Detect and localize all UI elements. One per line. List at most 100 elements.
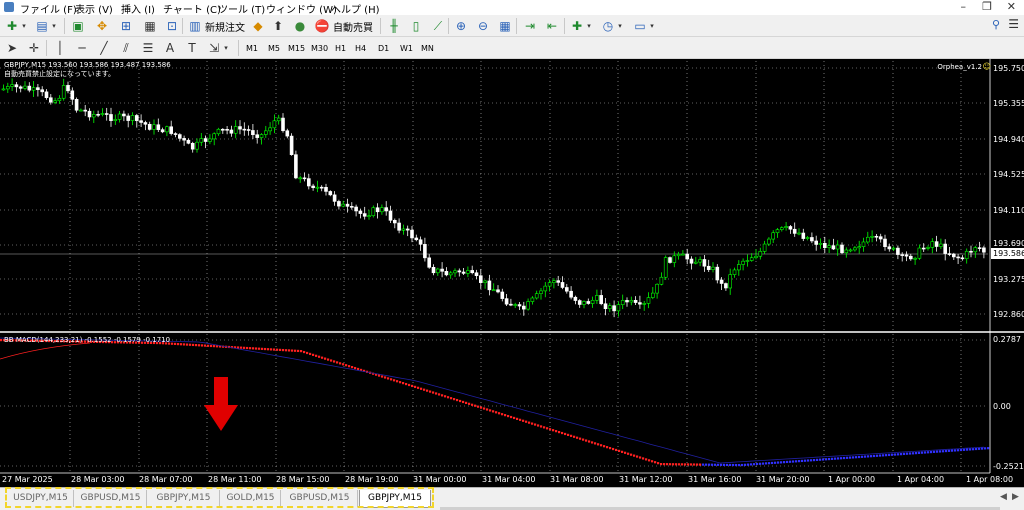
candle-body [117, 113, 122, 120]
candlestick-icon[interactable]: ▯ [408, 18, 424, 34]
macd-dot [639, 456, 642, 459]
market-watch-icon[interactable]: ▣ [70, 18, 86, 34]
menu-window[interactable]: ウィンドウ (W) [266, 1, 337, 16]
macd-dot [273, 348, 276, 351]
restore-icon[interactable]: ❐ [982, 0, 992, 13]
timeframe-m15[interactable]: M15 [286, 41, 307, 56]
tab-gbpjpy-m15-active[interactable]: GBPJPY,M15 [359, 490, 431, 508]
timeframe-h1[interactable]: H1 [333, 41, 348, 56]
channel-icon[interactable]: ⫽ [118, 40, 134, 56]
chart-canvas[interactable] [0, 59, 1024, 487]
auto-scroll-icon[interactable]: ⇥ [522, 18, 538, 34]
data-window-icon[interactable]: ⊞ [118, 18, 134, 34]
timeframe-m30[interactable]: M30 [309, 41, 330, 56]
macd-dot [537, 424, 540, 427]
auto-trade-button[interactable]: 自動売買 [333, 18, 373, 34]
new-order-button[interactable]: 新規注文 [205, 18, 245, 34]
search-icon[interactable]: ⚲ [992, 18, 1000, 31]
menu-chart[interactable]: チャート (C) [163, 1, 221, 16]
metaeditor-icon[interactable]: ◆ [250, 18, 266, 34]
macd-dot [348, 365, 351, 368]
horizontal-line-icon[interactable]: ─ [74, 40, 90, 56]
timeframe-m1[interactable]: M1 [244, 41, 260, 56]
menu-tools[interactable]: ツール (T) [218, 1, 265, 16]
menu-icon[interactable]: ☰ [1008, 17, 1019, 31]
macd-dot [714, 463, 717, 466]
candle-body [526, 301, 530, 310]
tab-gbpusd-m15[interactable]: GBPUSD,M15 [75, 490, 147, 507]
community-icon[interactable]: ⬆ [270, 18, 286, 34]
candle-body [289, 135, 294, 155]
candle-body [547, 282, 552, 287]
macd-dot [612, 447, 615, 451]
dropdown-icon[interactable]: ▾ [648, 18, 656, 34]
menu-help[interactable]: ヘルプ (H) [331, 1, 380, 16]
close-icon[interactable]: ✕ [1007, 0, 1016, 13]
vertical-line-icon[interactable]: │ [52, 40, 68, 56]
macd-dot [270, 348, 273, 351]
timeframe-mn[interactable]: MN [419, 41, 436, 56]
zoom-out-icon[interactable]: ⊖ [475, 18, 491, 34]
dropdown-icon[interactable]: ▾ [222, 40, 230, 56]
candle-body [921, 247, 926, 250]
macd-dot [339, 362, 342, 365]
auto-trade-icon[interactable]: ⛔ [314, 18, 330, 34]
profiles-icon[interactable]: ▤ [34, 18, 50, 34]
timeframe-d1[interactable]: D1 [376, 41, 391, 56]
candle-body [891, 247, 896, 250]
candle-body [483, 280, 487, 283]
timeframe-w1[interactable]: W1 [398, 41, 415, 56]
chart-window[interactable]: GBPJPY,M15 193.560 193.586 193.487 193.5… [0, 59, 1024, 487]
candle-body [857, 246, 862, 249]
chart-shift-icon[interactable]: ⇤ [544, 18, 560, 34]
periods-icon[interactable]: ◷ [600, 18, 616, 34]
templates-icon[interactable]: ▭ [632, 18, 648, 34]
dropdown-icon[interactable]: ▾ [20, 18, 28, 34]
dropdown-icon[interactable]: ▾ [585, 18, 593, 34]
tab-gbpusd-m15-2[interactable]: GBPUSD,M15 [282, 490, 358, 507]
macd-dot [711, 463, 714, 466]
tester-icon[interactable]: ⊡ [164, 18, 180, 34]
text-icon[interactable]: A [162, 40, 178, 56]
line-chart-icon[interactable]: ⟋ [430, 18, 446, 34]
new-chart-icon[interactable]: ✚ [4, 18, 20, 34]
new-order-icon[interactable]: ▥ [187, 18, 203, 34]
bar-chart-icon[interactable]: ╫ [386, 18, 402, 34]
candle-body [147, 124, 152, 130]
timeframe-h4[interactable]: H4 [353, 41, 368, 56]
tab-scroll-right-icon[interactable]: ▶ [1012, 492, 1019, 502]
trendline-icon[interactable]: ╱ [96, 40, 112, 56]
menu-file[interactable]: ファイル (F) [20, 1, 77, 16]
tab-scroll-left-icon[interactable]: ◀ [1000, 492, 1007, 502]
tile-windows-icon[interactable]: ▦ [497, 18, 513, 34]
cursor-icon[interactable]: ➤ [4, 40, 20, 56]
indicators-icon[interactable]: ✚ [569, 18, 585, 34]
tab-usdjpy-m15[interactable]: USDJPY,M15 [8, 490, 74, 507]
tab-gold-m15[interactable]: GOLD,M15 [221, 490, 281, 507]
menu-view[interactable]: 表示 (V) [75, 1, 113, 16]
globe-icon[interactable]: ● [292, 18, 308, 34]
candle-body [749, 257, 754, 261]
candle-body [521, 305, 526, 310]
candle-body [973, 247, 978, 253]
macd-dot [600, 444, 603, 447]
macd-dot [933, 450, 936, 453]
macd-dot [945, 449, 948, 453]
time-tick: 28 Mar 19:00 [345, 475, 399, 484]
tab-gbpjpy-m15[interactable]: GBPJPY,M15 [148, 490, 220, 507]
fibonacci-icon[interactable]: ☰ [140, 40, 156, 56]
timeframe-m5[interactable]: M5 [266, 41, 282, 56]
dropdown-icon[interactable]: ▾ [50, 18, 58, 34]
dropdown-icon[interactable]: ▾ [616, 18, 624, 34]
candle-body [754, 255, 758, 259]
terminal-icon[interactable]: ▦ [142, 18, 158, 34]
navigator-icon[interactable]: ✥ [94, 18, 110, 34]
indicator-tick: 0.2787 [993, 335, 1021, 344]
text-label-icon[interactable]: T [184, 40, 200, 56]
arrows-icon[interactable]: ⇲ [206, 40, 222, 56]
minimize-icon[interactable]: – [961, 0, 967, 13]
zoom-in-icon[interactable]: ⊕ [453, 18, 469, 34]
crosshair-icon[interactable]: ✛ [26, 40, 42, 56]
macd-dot [972, 448, 975, 451]
menu-insert[interactable]: 挿入 (I) [121, 1, 155, 16]
